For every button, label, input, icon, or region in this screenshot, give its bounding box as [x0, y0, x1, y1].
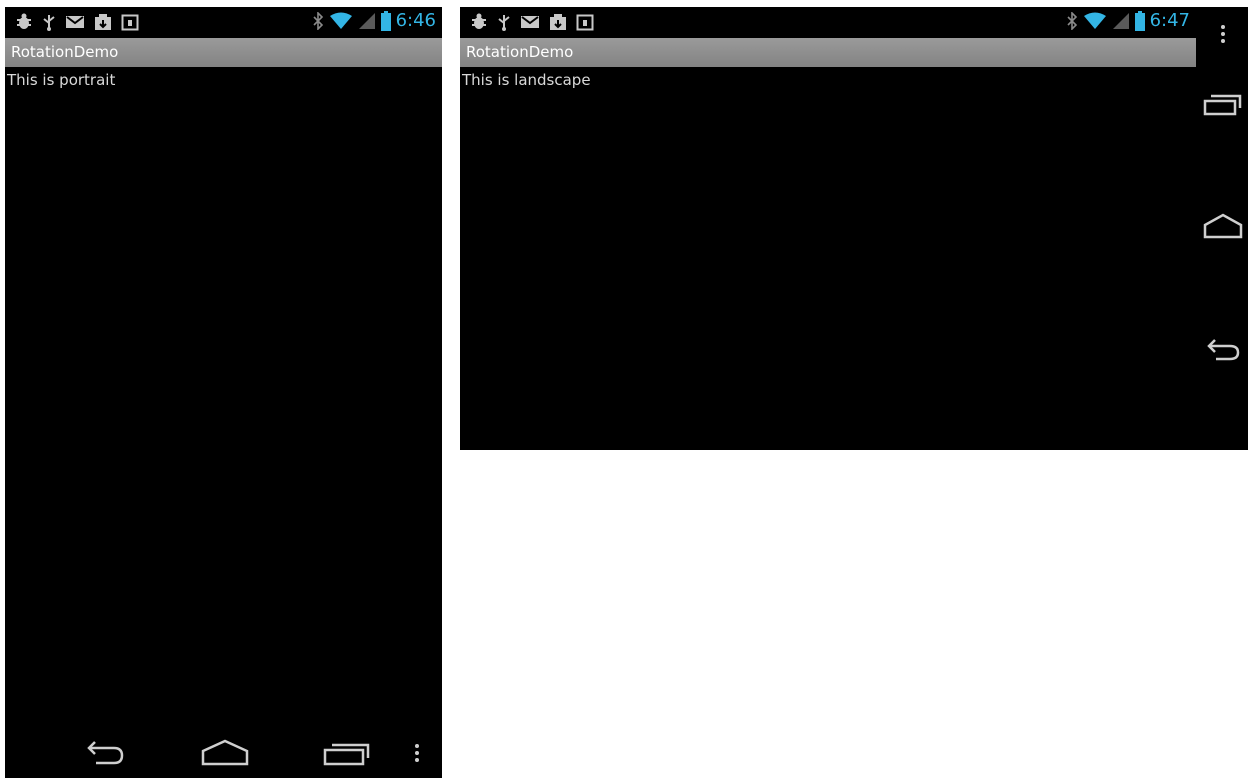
calendar-icon: [121, 13, 139, 31]
gmail-icon: [65, 14, 85, 30]
usb-icon: [42, 13, 56, 31]
bluetooth-icon: [312, 12, 324, 30]
notification-icons: [470, 13, 594, 31]
recents-icon: [1203, 94, 1242, 116]
menu-icon: [1221, 25, 1225, 43]
wifi-icon: [1083, 12, 1107, 30]
status-bar[interactable]: 6:46: [5, 7, 442, 37]
recents-button[interactable]: [1202, 87, 1244, 123]
recents-button[interactable]: [322, 738, 372, 768]
bug-icon: [15, 13, 33, 31]
battery-icon: [380, 11, 391, 31]
navigation-bar: [5, 728, 442, 778]
home-button[interactable]: [1202, 209, 1244, 245]
signal-icon: [358, 12, 376, 30]
wifi-icon: [329, 12, 353, 30]
battery-icon: [1134, 11, 1145, 31]
orientation-label: This is landscape: [462, 71, 591, 89]
navigation-bar: [1196, 7, 1248, 450]
back-button[interactable]: [80, 738, 130, 768]
portrait-screen: 6:46 RotationDemo This is portrait: [5, 7, 442, 778]
home-icon: [1203, 213, 1243, 239]
system-indicators: 6:47: [1066, 10, 1190, 32]
back-icon: [87, 741, 124, 765]
app-title-bar: RotationDemo: [5, 38, 442, 67]
orientation-label: This is portrait: [7, 71, 116, 89]
landscape-screen: 6:47 RotationDemo This is landscape: [460, 7, 1248, 450]
system-indicators: 6:46: [312, 10, 436, 32]
download-icon: [549, 13, 567, 31]
recents-icon: [323, 743, 370, 766]
clock: 6:46: [395, 10, 436, 31]
download-icon: [94, 13, 112, 31]
home-icon: [201, 739, 249, 766]
back-button[interactable]: [1202, 332, 1244, 368]
notification-icons: [15, 13, 139, 31]
bluetooth-icon: [1066, 12, 1078, 30]
signal-icon: [1112, 12, 1130, 30]
app-title-bar: RotationDemo: [460, 38, 1196, 67]
status-bar[interactable]: 6:47: [460, 7, 1196, 37]
usb-icon: [497, 13, 511, 31]
back-icon: [1207, 339, 1240, 361]
menu-button[interactable]: [405, 738, 429, 768]
menu-icon: [415, 744, 419, 762]
home-button[interactable]: [200, 738, 250, 768]
menu-button[interactable]: [1202, 15, 1244, 51]
clock: 6:47: [1149, 10, 1190, 31]
calendar-icon: [576, 13, 594, 31]
gmail-icon: [520, 14, 540, 30]
bug-icon: [470, 13, 488, 31]
